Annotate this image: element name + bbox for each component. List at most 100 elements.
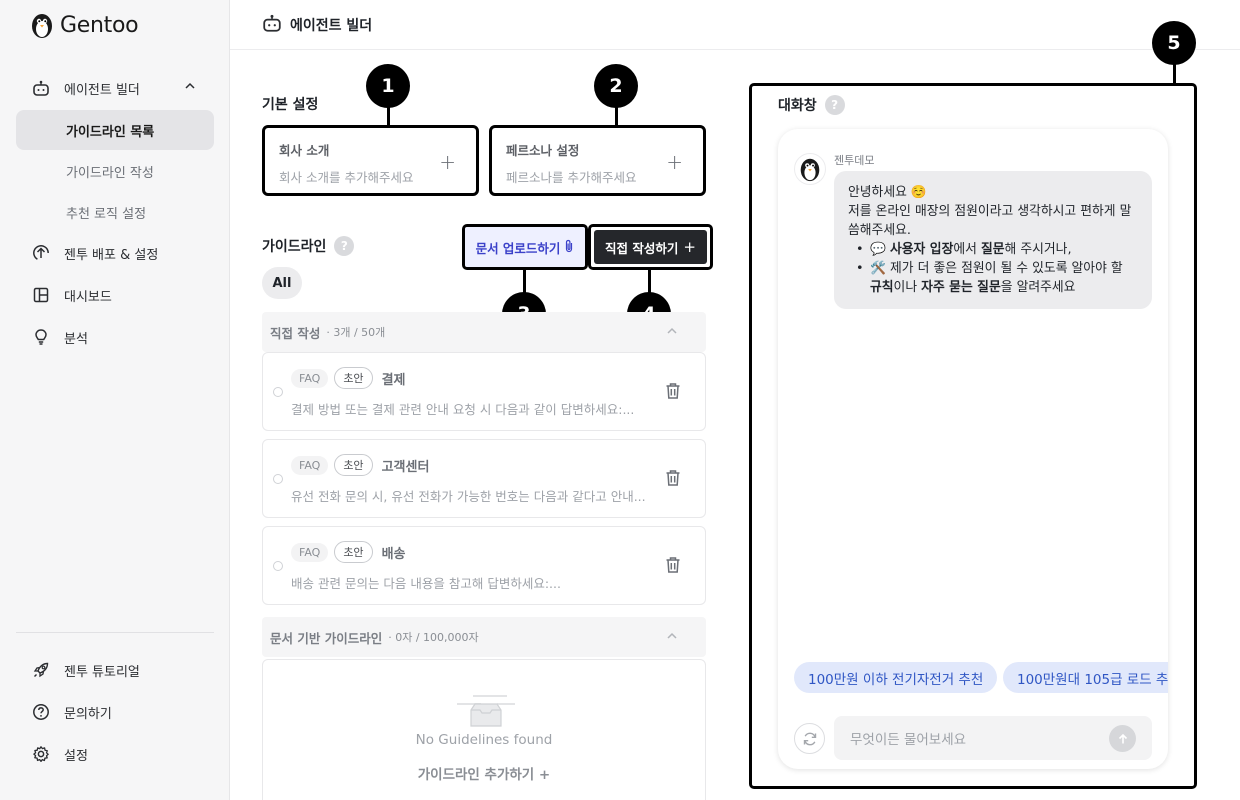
guideline-card[interactable]: FAQ 초안 결제 결제 방법 또는 결제 관련 안내 요청 시 다음과 같이 … [262,352,706,431]
doc-group-header[interactable]: 문서 기반 가이드라인 · 0자 / 100,000자 [262,617,706,657]
upload-icon [32,244,50,262]
callout-stem [615,107,618,126]
message-text: 해 주시거나, [1004,242,1072,257]
status-badge: 초안 [334,367,373,389]
company-intro-title: 회사 소개 [279,143,330,158]
callout-stem [523,269,526,293]
gear-icon [32,745,50,763]
direct-group-count: · 3개 / 50개 [326,326,386,339]
tools-icon: 🛠️ [870,261,886,276]
doc-group-title: 문서 기반 가이드라인 [270,630,383,646]
chat-header: 대화창 ? [778,95,845,115]
suggestion-chip[interactable]: 100만원대 105급 로드 추천 [1003,662,1168,693]
persona-card[interactable]: 페르소나 설정 페르소나를 추가해주세요 + [489,125,706,196]
empty-message: No Guidelines found [415,732,553,748]
question-circle-icon [32,703,50,721]
tips-list: 💬 사용자 입장에서 질문해 주시거나, 🛠️ 제가 더 좋은 점원이 될 수 … [848,240,1138,297]
sidebar-item-settings[interactable]: 설정 [16,734,214,774]
upload-document-button[interactable]: 문서 업로드하기 [462,224,588,270]
direct-group-title: 직접 작성 [270,325,321,341]
sidebar-item-guideline-list[interactable]: 가이드라인 목록 [16,110,214,150]
greeting-text: 안녕하세요 ☺️ [848,185,927,200]
bulb-icon [32,328,50,346]
message-text: 제가 더 좋은 점원이 될 수 있도록 알아야 할 [885,261,1123,276]
callout-stem [648,269,651,293]
sidebar-item-label: 대시보드 [64,289,112,305]
sidebar-divider [16,632,214,633]
sidebar-item-dashboard[interactable]: 대시보드 [16,275,214,315]
chevron-up-icon[interactable] [184,80,196,96]
sidebar-item-label: 가이드라인 작성 [66,165,154,181]
sidebar-item-label: 에이전트 빌더 [64,82,140,98]
refresh-button[interactable] [794,723,825,754]
guideline-card[interactable]: FAQ 초안 고객센터 유선 전화 문의 시, 유선 전화가 가능한 번호는 다… [262,439,706,518]
guidelines-title: 가이드라인 [262,239,327,255]
callout-stem [1173,63,1176,85]
direct-group-header[interactable]: 직접 작성 · 3개 / 50개 [262,312,706,352]
help-icon[interactable]: ? [334,236,355,256]
refresh-icon [803,732,816,745]
trash-icon[interactable] [665,556,681,578]
sidebar-item-label: 가이드라인 목록 [66,124,155,140]
status-badge: 초안 [334,541,373,563]
guideline-description: 유선 전화 문의 시, 유선 전화가 가능한 번호는 다음과 같다고 안내... [291,489,646,504]
robot-icon [32,79,50,97]
write-directly-button[interactable]: 직접 작성하기 + [588,224,713,270]
callout-stem [387,107,390,126]
guideline-title: 결제 [381,372,406,388]
plus-icon[interactable]: + [439,150,456,174]
type-tag: FAQ [291,542,329,562]
emphasis-text: 질문 [980,242,1005,257]
sidebar-item-label: 문의하기 [64,706,112,722]
guideline-title: 배송 [381,546,406,562]
app-name: Gentoo [60,12,139,38]
message-text: 이나 [893,280,922,295]
chat-input[interactable]: 무엇이든 물어보세요 [834,716,1152,760]
select-radio[interactable] [273,561,283,571]
sidebar-item-label: 추천 로직 설정 [66,206,147,222]
sidebar-item-tutorial[interactable]: 젠투 튜토리얼 [16,650,214,690]
select-radio[interactable] [273,387,283,397]
guideline-title: 고객센터 [381,459,430,475]
plus-icon[interactable]: + [666,150,683,174]
send-button[interactable] [1109,725,1136,752]
chevron-up-icon[interactable] [666,325,678,340]
sidebar-item-label: 설정 [64,748,88,764]
penguin-logo-icon [32,14,52,38]
intro-text: 저를 온라인 매장의 점원이라고 생각하시고 편하게 말씀해주세요. [848,204,1132,238]
chat-input-placeholder: 무엇이든 물어보세요 [850,732,967,748]
sidebar-item-agent-builder[interactable]: 에이전트 빌더 [16,68,214,108]
speech-bubble-icon: 💬 [870,242,886,257]
company-intro-card[interactable]: 회사 소개 회사 소개를 추가해주세요 + [262,125,479,196]
suggestion-chip[interactable]: 100만원 이하 전기자전거 추천 [794,662,998,693]
callout-badge-2: 2 [594,64,638,108]
callout-badge-5: 5 [1152,21,1196,65]
type-tag: FAQ [291,368,329,388]
arrow-up-icon [1118,733,1127,743]
guidelines-header: 가이드라인 ? [262,236,355,256]
empty-state: No Guidelines found 가이드라인 추가하기 + [262,659,706,800]
sidebar-item-guideline-write[interactable]: 가이드라인 작성 [16,151,214,191]
chat-title: 대화창 [778,98,817,114]
sidebar-item-analytics[interactable]: 분석 [16,317,214,357]
guideline-description: 결제 방법 또는 결제 관련 안내 요청 시 다음과 같이 답변하세요:... [291,402,635,417]
app-logo[interactable]: Gentoo [30,10,139,40]
guideline-card[interactable]: FAQ 초안 배송 배송 관련 문의는 다음 내용을 참고해 답변하세요:... [262,526,706,605]
sidebar-item-recommend-logic[interactable]: 추천 로직 설정 [16,192,214,232]
filter-chip-all[interactable]: All [262,267,302,299]
sidebar-item-deploy[interactable]: 젠투 배포 & 설정 [16,233,214,273]
list-item: 💬 사용자 입장에서 질문해 주시거나, [856,240,1138,259]
persona-title: 페르소나 설정 [506,143,580,158]
add-guideline-link[interactable]: 가이드라인 추가하기 + [263,763,705,783]
select-radio[interactable] [273,474,283,484]
sidebar-item-contact[interactable]: 문의하기 [16,692,214,732]
help-icon[interactable]: ? [824,95,845,115]
chevron-up-icon[interactable] [666,630,678,645]
trash-icon[interactable] [665,382,681,404]
sidebar-item-label: 젠투 튜토리얼 [64,664,140,680]
emphasis-text: 자주 묻는 질문 [921,280,1001,295]
trash-icon[interactable] [665,469,681,491]
layout-icon [32,286,50,304]
company-intro-placeholder: 회사 소개를 추가해주세요 [279,170,414,185]
status-badge: 초안 [334,454,373,476]
